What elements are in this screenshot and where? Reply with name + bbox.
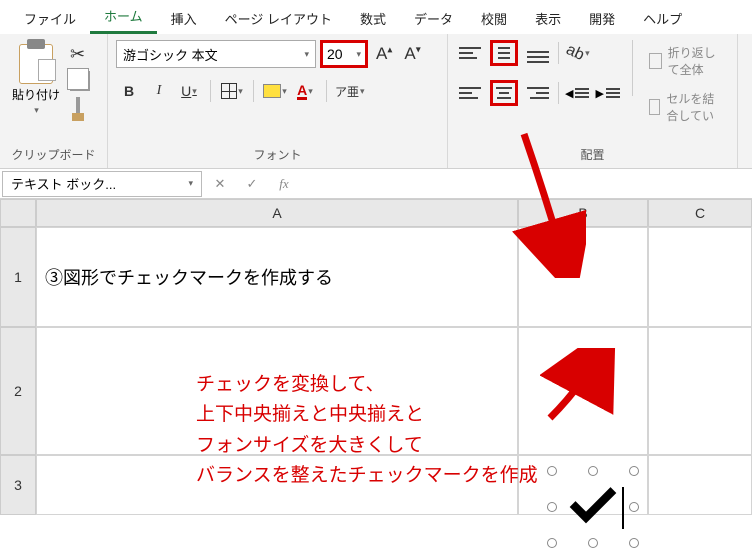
name-box-value: テキスト ボック... bbox=[11, 174, 116, 193]
tab-file[interactable]: ファイル bbox=[10, 1, 90, 34]
font-color-button[interactable]: A▾ bbox=[292, 78, 318, 104]
formula-bar: テキスト ボック... ▾ ✕ ✓ fx bbox=[0, 169, 752, 199]
decrease-indent-button[interactable]: ◀ bbox=[565, 87, 589, 100]
cancel-button[interactable]: ✕ bbox=[204, 176, 236, 192]
group-label-font: フォント bbox=[116, 143, 439, 166]
increase-indent-button[interactable]: ▶ bbox=[595, 87, 619, 100]
separator bbox=[253, 80, 254, 102]
row-header-3[interactable]: 3 bbox=[0, 455, 36, 515]
chevron-down-icon: ▾ bbox=[304, 49, 309, 60]
cell-C3[interactable] bbox=[648, 455, 752, 515]
font-color-icon: A bbox=[297, 83, 307, 100]
ribbon-tabs: ファイル ホーム 挿入 ページ レイアウト 数式 データ 校閲 表示 開発 ヘル… bbox=[0, 0, 752, 34]
borders-button[interactable]: ▾ bbox=[219, 78, 245, 104]
paste-icon bbox=[19, 44, 53, 84]
chevron-down-icon: ▾ bbox=[356, 49, 361, 60]
annotation-text: チェックを変換して、 上下中央揃えと中央揃えと フォンサイズを大きくして バラン… bbox=[196, 370, 538, 492]
wrap-icon bbox=[649, 53, 662, 69]
phonetic-button[interactable]: ア亜▾ bbox=[335, 78, 365, 104]
font-name-value: 游ゴシック 本文 bbox=[123, 45, 218, 64]
resize-handle-tm[interactable] bbox=[588, 466, 598, 476]
align-right-button[interactable] bbox=[524, 80, 552, 106]
tab-view[interactable]: 表示 bbox=[521, 1, 575, 34]
cut-button[interactable]: ✂ bbox=[70, 44, 90, 65]
annotation-line-1: チェックを変換して、 bbox=[196, 370, 538, 400]
paste-label: 貼り付け bbox=[12, 86, 60, 103]
font-size-value: 20 bbox=[327, 46, 343, 62]
italic-button[interactable]: I bbox=[146, 78, 172, 104]
chevron-down-icon: ▾ bbox=[188, 178, 193, 189]
row-header-1[interactable]: 1 bbox=[0, 227, 36, 327]
column-header-A[interactable]: A bbox=[36, 199, 518, 227]
tab-home[interactable]: ホーム bbox=[90, 0, 157, 34]
align-left-button[interactable] bbox=[456, 80, 484, 106]
paste-button[interactable]: 貼り付け ▾ bbox=[8, 40, 64, 120]
fill-icon bbox=[263, 84, 281, 98]
annotation-line-2: 上下中央揃えと中央揃えと bbox=[196, 400, 538, 430]
select-all-button[interactable] bbox=[0, 199, 36, 227]
align-top-button[interactable] bbox=[456, 40, 484, 66]
tab-data[interactable]: データ bbox=[400, 1, 467, 34]
ribbon: 貼り付け ▾ ✂ クリップボード 游ゴシック 本文 ▾ 20 ▾ bbox=[0, 34, 752, 169]
cell-C1[interactable] bbox=[648, 227, 752, 327]
border-icon bbox=[221, 83, 237, 99]
insert-function-button[interactable]: fx bbox=[268, 176, 300, 192]
separator bbox=[632, 40, 633, 96]
name-box[interactable]: テキスト ボック... ▾ bbox=[2, 171, 202, 197]
increase-font-button[interactable]: A▴ bbox=[372, 42, 396, 66]
separator bbox=[326, 80, 327, 102]
wrap-label: 折り返して全体 bbox=[668, 44, 725, 78]
resize-handle-tr[interactable] bbox=[629, 466, 639, 476]
orientation-button[interactable]: ab▾ bbox=[565, 40, 591, 66]
resize-handle-br[interactable] bbox=[629, 538, 639, 548]
resize-handle-tl[interactable] bbox=[547, 466, 557, 476]
font-name-select[interactable]: 游ゴシック 本文 ▾ bbox=[116, 40, 316, 68]
separator bbox=[210, 80, 211, 102]
annotation-line-4: バランスを整えたチェックマークを作成 bbox=[196, 461, 538, 491]
merge-center-button[interactable]: セルを結合してい bbox=[645, 86, 729, 128]
checkmark-shape[interactable] bbox=[552, 471, 634, 543]
merge-icon bbox=[649, 99, 661, 115]
align-bottom-button[interactable] bbox=[524, 40, 552, 66]
tab-insert[interactable]: 挿入 bbox=[157, 1, 211, 34]
row-header-2[interactable]: 2 bbox=[0, 327, 36, 455]
tab-formulas[interactable]: 数式 bbox=[346, 1, 400, 34]
resize-handle-bl[interactable] bbox=[547, 538, 557, 548]
group-label-clipboard: クリップボード bbox=[8, 143, 99, 166]
wrap-text-button[interactable]: 折り返して全体 bbox=[645, 40, 729, 82]
bold-button[interactable]: B bbox=[116, 78, 142, 104]
enter-button[interactable]: ✓ bbox=[236, 176, 268, 192]
separator bbox=[558, 82, 559, 104]
annotation-arrow-down bbox=[506, 128, 586, 278]
tab-page-layout[interactable]: ページ レイアウト bbox=[211, 1, 346, 34]
group-alignment: ab▾ ◀ ▶ 折り返して全体 セルを bbox=[448, 34, 738, 168]
annotation-arrow-up bbox=[540, 348, 620, 428]
align-center-button[interactable] bbox=[490, 80, 518, 106]
merge-label: セルを結合してい bbox=[666, 90, 725, 124]
group-font: 游ゴシック 本文 ▾ 20 ▾ A▴ A▾ B I U▾ ▾ ▾ A▾ bbox=[108, 34, 448, 168]
tab-review[interactable]: 校閲 bbox=[467, 1, 521, 34]
resize-handle-ml[interactable] bbox=[547, 502, 557, 512]
tab-developer[interactable]: 開発 bbox=[575, 1, 629, 34]
copy-button[interactable] bbox=[70, 71, 90, 91]
column-header-C[interactable]: C bbox=[648, 199, 752, 227]
annotation-line-3: フォンサイズを大きくして bbox=[196, 431, 538, 461]
cell-A1[interactable]: ③図形でチェックマークを作成する bbox=[36, 227, 518, 327]
resize-handle-bm[interactable] bbox=[588, 538, 598, 548]
format-painter-button[interactable] bbox=[76, 97, 80, 115]
cell-C2[interactable] bbox=[648, 327, 752, 455]
resize-handle-mr[interactable] bbox=[629, 502, 639, 512]
align-middle-button[interactable] bbox=[490, 40, 518, 66]
font-size-select[interactable]: 20 ▾ bbox=[320, 40, 368, 68]
underline-button[interactable]: U▾ bbox=[176, 78, 202, 104]
tab-help[interactable]: ヘルプ bbox=[629, 1, 696, 34]
group-label-alignment: 配置 bbox=[456, 143, 729, 166]
separator bbox=[558, 42, 559, 64]
decrease-font-button[interactable]: A▾ bbox=[400, 42, 424, 66]
fill-color-button[interactable]: ▾ bbox=[262, 78, 288, 104]
orientation-icon: ab bbox=[563, 41, 587, 65]
text-cursor bbox=[622, 487, 624, 529]
group-clipboard: 貼り付け ▾ ✂ クリップボード bbox=[0, 34, 108, 168]
chevron-down-icon: ▾ bbox=[34, 105, 39, 116]
